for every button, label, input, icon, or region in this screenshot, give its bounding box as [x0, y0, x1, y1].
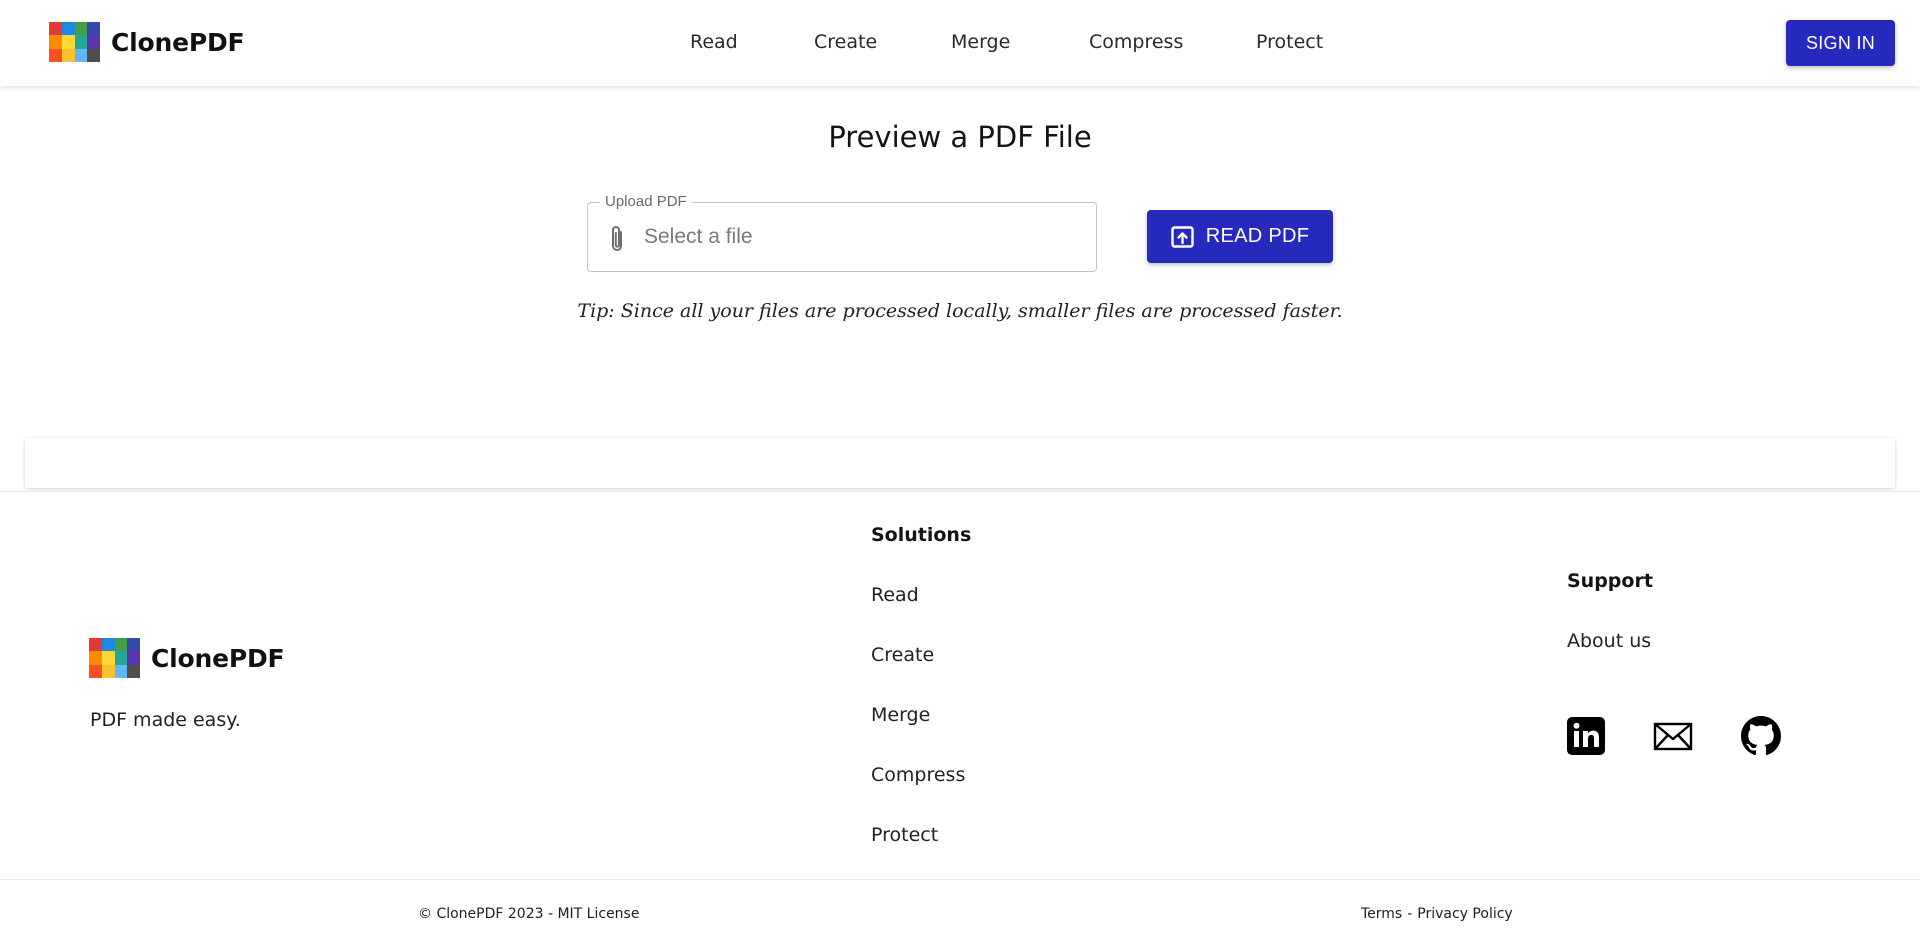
logo-tile: [114, 651, 128, 665]
mail-icon[interactable]: [1653, 716, 1693, 756]
footer-link-compress[interactable]: Compress: [871, 764, 965, 786]
upload-field-label: Upload PDF: [600, 193, 692, 210]
github-icon[interactable]: [1741, 716, 1781, 756]
logo-tile: [114, 664, 128, 678]
paperclip-icon: [612, 226, 622, 251]
footer-link-merge[interactable]: Merge: [871, 704, 930, 726]
support-title: Support: [1567, 570, 1653, 592]
logo-tile: [74, 22, 88, 36]
logo-tile: [61, 35, 75, 49]
logo-icon: [49, 22, 100, 62]
nav-read[interactable]: Read: [690, 31, 738, 53]
logo-tile: [114, 638, 128, 652]
nav-compress[interactable]: Compress: [1089, 31, 1183, 53]
logo-tile: [49, 22, 62, 36]
logo-tile: [101, 651, 115, 665]
header-logo[interactable]: ClonePDF: [49, 22, 245, 62]
read-pdf-button[interactable]: READ PDF: [1147, 210, 1333, 263]
content-card: [25, 438, 1895, 488]
footer-logo[interactable]: ClonePDF: [89, 638, 285, 678]
nav-merge[interactable]: Merge: [951, 31, 1010, 53]
footer-link-read[interactable]: Read: [871, 584, 919, 606]
legal-separator: -: [1407, 906, 1413, 922]
logo-tile: [87, 22, 100, 36]
logo-tile: [101, 638, 115, 652]
logo-tile: [89, 651, 102, 665]
logo-tile: [87, 35, 100, 49]
legal-links: Terms - Privacy Policy: [1361, 906, 1513, 922]
logo-tile: [101, 664, 115, 678]
nav-create[interactable]: Create: [814, 31, 877, 53]
copyright-text: © ClonePDF 2023 - MIT License: [418, 906, 640, 922]
page-title: Preview a PDF File: [828, 120, 1092, 154]
footer-link-about-us[interactable]: About us: [1567, 630, 1651, 652]
logo-tile: [89, 638, 102, 652]
logo-tile: [74, 48, 88, 62]
logo-tile: [49, 48, 62, 62]
logo-tile: [74, 35, 88, 49]
bottom-bar: © ClonePDF 2023 - MIT License Terms - Pr…: [0, 879, 1920, 949]
top-navbar: ClonePDF Read Create Merge Compress Prot…: [0, 0, 1920, 86]
logo-tile: [89, 664, 102, 678]
logo-icon: [89, 638, 140, 678]
logo-tile: [127, 638, 140, 652]
logo-tile: [87, 48, 100, 62]
footer-link-protect[interactable]: Protect: [871, 824, 938, 846]
logo-tile: [61, 48, 75, 62]
upload-placeholder: Select a file: [644, 225, 753, 248]
linkedin-icon[interactable]: [1566, 716, 1606, 756]
read-pdf-label: READ PDF: [1205, 225, 1310, 247]
privacy-policy-link[interactable]: Privacy Policy: [1417, 906, 1512, 922]
solutions-title: Solutions: [871, 524, 972, 546]
upload-icon: [1171, 225, 1194, 248]
nav-protect[interactable]: Protect: [1256, 31, 1323, 53]
logo-tile: [61, 22, 75, 36]
tagline: PDF made easy.: [90, 709, 241, 731]
brand-name: ClonePDF: [151, 643, 285, 673]
logo-tile: [127, 651, 140, 665]
sign-in-button[interactable]: SIGN IN: [1786, 20, 1895, 66]
upload-pdf-field[interactable]: Upload PDF Select a file: [587, 193, 1097, 272]
logo-tile: [127, 664, 140, 678]
footer: ClonePDF PDF made easy. Solutions Read C…: [0, 491, 1920, 879]
footer-link-create[interactable]: Create: [871, 644, 934, 666]
tip-text: Tip: Since all your files are processed …: [577, 300, 1343, 322]
terms-link[interactable]: Terms: [1361, 906, 1402, 922]
brand-name: ClonePDF: [111, 27, 245, 57]
logo-tile: [49, 35, 62, 49]
